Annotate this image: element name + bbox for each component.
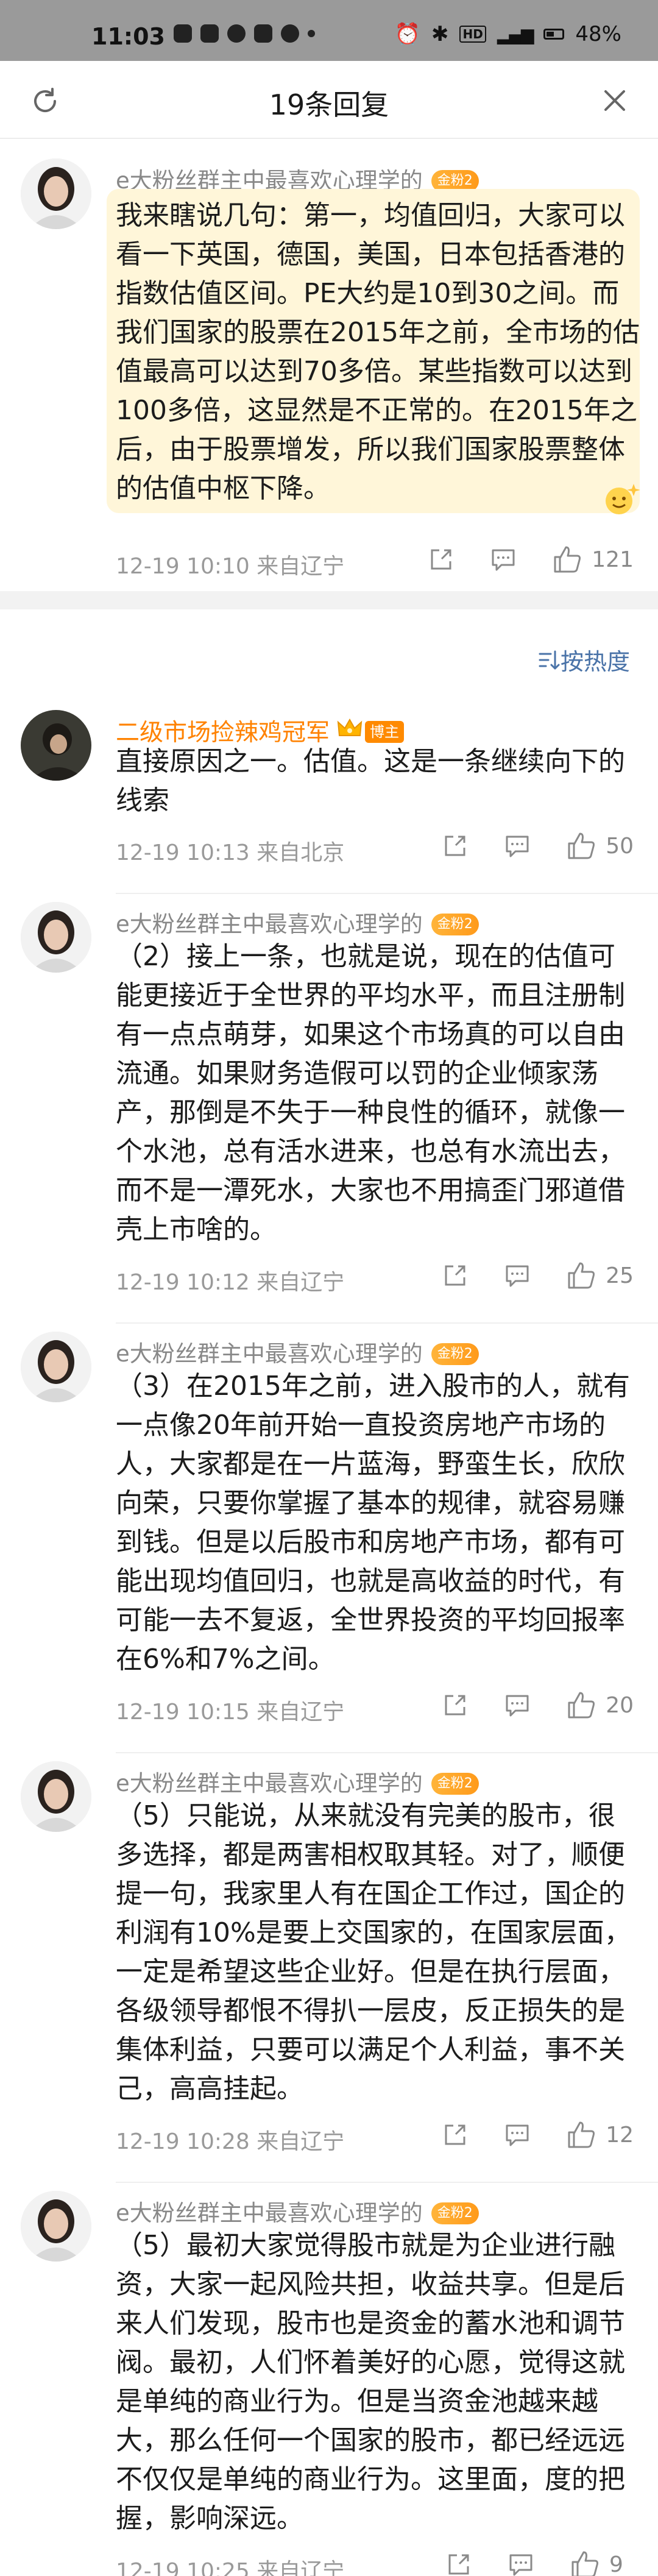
like-count: 50 bbox=[606, 833, 634, 859]
fan-badge: 金粉2 bbox=[431, 2202, 479, 2224]
username[interactable]: e大粉丝群主中最喜欢心理学的 金粉2 bbox=[116, 1335, 479, 1368]
username-text[interactable]: e大粉丝群主中最喜欢心理学的 bbox=[116, 1341, 423, 1367]
comment-meta: 12-19 10:13 来自北京 bbox=[116, 840, 345, 865]
bluetooth-icon: ✱ bbox=[431, 22, 449, 46]
comment-icon[interactable] bbox=[503, 1261, 531, 1290]
like-count: 9 bbox=[609, 2552, 623, 2576]
comment-actions: 121 bbox=[427, 544, 634, 575]
username-text[interactable]: e大粉丝群主中最喜欢心理学的 bbox=[116, 911, 423, 937]
comment-actions: 25 bbox=[441, 1260, 634, 1291]
status-time: 11:03 bbox=[91, 23, 165, 50]
sparkle-sticker-icon bbox=[606, 484, 640, 514]
like-icon[interactable] bbox=[551, 544, 583, 575]
like-count: 25 bbox=[606, 1263, 634, 1288]
comment-text: 我来瞎说几句：第一，均值回归，大家可以看一下英国，德国，美国，日本包括香港的指数… bbox=[116, 200, 640, 504]
share-icon[interactable] bbox=[445, 2550, 473, 2576]
avatar[interactable] bbox=[21, 1332, 91, 1402]
comment-actions: 12 bbox=[441, 2119, 634, 2151]
comment-text: （5）只能说，从来就没有完美的股市，很多选择，都是两害相权取其轻。对了，顺便提一… bbox=[116, 1800, 631, 2104]
like-count: 20 bbox=[606, 1692, 634, 1718]
battery-level: 48% bbox=[575, 22, 621, 46]
comment-meta: 12-19 10:12 来自辽宁 bbox=[116, 1270, 345, 1295]
username[interactable]: e大粉丝群主中最喜欢心理学的 金粉2 bbox=[116, 906, 479, 939]
notification-icons bbox=[174, 24, 315, 43]
alarm-icon: ⏰ bbox=[394, 22, 420, 46]
comment-icon[interactable] bbox=[503, 2121, 531, 2149]
reply-item: e大粉丝群主中最喜欢心理学的 金粉2 （5）只能说，从来就没有完美的股市，很多选择… bbox=[0, 1761, 658, 2183]
share-icon[interactable] bbox=[441, 832, 469, 860]
reply-item: e大粉丝群主中最喜欢心理学的 金粉2 （5）最初大家觉得股市就是为企业进行融资，大… bbox=[0, 2191, 658, 2576]
divider bbox=[116, 893, 658, 894]
notification-app-icon bbox=[174, 24, 192, 43]
like-icon[interactable] bbox=[569, 2549, 601, 2576]
avatar[interactable] bbox=[21, 158, 91, 229]
reply-item: 二级市场捡辣鸡冠军 博主 直接原因之一。估值。这是一条继续向下的线索 12-19 … bbox=[0, 710, 658, 894]
comment-meta: 12-19 10:15 来自辽宁 bbox=[116, 1700, 345, 1725]
sort-label[interactable]: 按热度 bbox=[561, 643, 630, 676]
like-icon[interactable] bbox=[565, 1260, 597, 1291]
comment-text: 直接原因之一。估值。这是一条继续向下的线索 bbox=[116, 746, 625, 816]
share-icon[interactable] bbox=[441, 2121, 469, 2149]
like-icon[interactable] bbox=[565, 1689, 597, 1721]
main-comment: e大粉丝群主中最喜欢心理学的 金粉2 我来瞎说几句：第一，均值回归，大家可以看一下… bbox=[0, 158, 658, 585]
section-separator bbox=[0, 591, 658, 609]
comment-meta: 12-19 10:10 来自辽宁 bbox=[116, 554, 345, 579]
blogger-badge: 博主 bbox=[365, 721, 405, 743]
fan-badge: 金粉2 bbox=[431, 914, 479, 935]
sort-button[interactable]: 按热度 bbox=[536, 643, 630, 676]
like-icon[interactable] bbox=[565, 830, 597, 862]
username[interactable]: e大粉丝群主中最喜欢心理学的 金粉2 bbox=[116, 1765, 479, 1798]
comment-icon[interactable] bbox=[507, 2550, 535, 2576]
comment-actions: 20 bbox=[441, 1689, 634, 1721]
fan-badge: 金粉2 bbox=[431, 1773, 479, 1795]
page-title: 19条回复 bbox=[269, 88, 389, 121]
hd-icon: HD bbox=[459, 26, 486, 43]
comment-text: （3）在2015年之前，进入股市的人，就有一点像20年前开始一直投资房地产市场的… bbox=[116, 1371, 630, 1675]
comment-text: （2）接上一条，也就是说，现在的估值可能更接近于全世界的平均水平，而且注册制有一… bbox=[116, 941, 625, 1245]
avatar[interactable] bbox=[21, 902, 91, 973]
battery-icon bbox=[543, 29, 565, 40]
sort-icon bbox=[539, 650, 560, 669]
notification-app-icon bbox=[254, 24, 272, 43]
crown-icon bbox=[337, 718, 363, 736]
avatar[interactable] bbox=[21, 710, 91, 781]
like-count: 121 bbox=[592, 547, 634, 572]
share-icon[interactable] bbox=[441, 1261, 469, 1290]
reply-item: e大粉丝群主中最喜欢心理学的 金粉2 （2）接上一条，也就是说，现在的估值可能更接… bbox=[0, 902, 658, 1324]
comment-icon[interactable] bbox=[503, 1691, 531, 1719]
reply-item: e大粉丝群主中最喜欢心理学的 金粉2 （3）在2015年之前，进入股市的人，就有一… bbox=[0, 1332, 658, 1753]
share-icon[interactable] bbox=[441, 1691, 469, 1719]
divider bbox=[116, 1322, 658, 1324]
comment-meta: 12-19 10:25 来自辽宁 bbox=[116, 2559, 345, 2576]
replies-header: 19条回复 bbox=[0, 61, 658, 139]
notification-app-icon bbox=[200, 24, 219, 43]
comment-meta: 12-19 10:28 来自辽宁 bbox=[116, 2129, 345, 2154]
like-count: 12 bbox=[606, 2122, 634, 2148]
username-text[interactable]: e大粉丝群主中最喜欢心理学的 bbox=[116, 1770, 423, 1797]
username-text[interactable]: e大粉丝群主中最喜欢心理学的 bbox=[116, 2200, 423, 2226]
comment-text: （5）最初大家觉得股市就是为企业进行融资，大家一起风险共担，收益共享。但是后来人… bbox=[116, 2230, 625, 2534]
comment-icon[interactable] bbox=[503, 832, 531, 860]
share-icon[interactable] bbox=[427, 545, 455, 573]
status-bar: 11:03 ⏰ ✱ HD ▂▄▆ 48% bbox=[0, 0, 658, 61]
comment-actions: 9 bbox=[445, 2549, 634, 2576]
avatar[interactable] bbox=[21, 1761, 91, 1832]
divider bbox=[116, 1752, 658, 1753]
avatar[interactable] bbox=[21, 2191, 91, 2262]
divider bbox=[116, 2182, 658, 2183]
fan-badge: 金粉2 bbox=[431, 1343, 479, 1365]
comment-actions: 50 bbox=[441, 830, 634, 862]
signal-icon: ▂▄▆ bbox=[497, 24, 534, 44]
like-icon[interactable] bbox=[565, 2119, 597, 2151]
username[interactable]: e大粉丝群主中最喜欢心理学的 金粉2 bbox=[116, 2195, 479, 2227]
notification-app-icon bbox=[227, 24, 246, 43]
notification-app-icon bbox=[281, 24, 299, 43]
close-icon[interactable] bbox=[600, 85, 630, 116]
more-notifications-dot-icon bbox=[308, 30, 315, 37]
comment-icon[interactable] bbox=[489, 545, 517, 573]
